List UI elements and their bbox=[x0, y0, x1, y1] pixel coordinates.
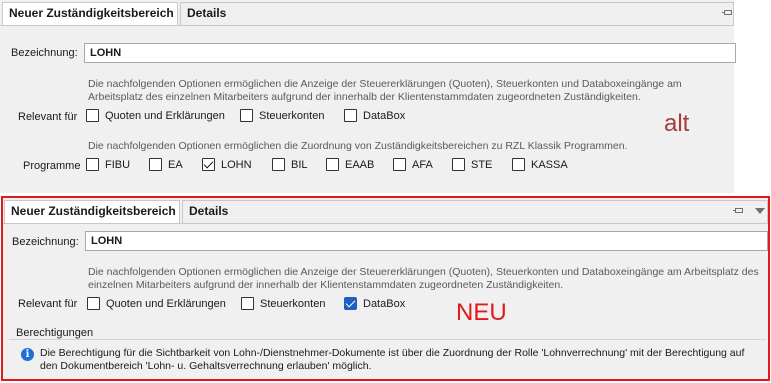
relevant-label: Relevant für bbox=[18, 111, 78, 123]
berechtigungen-label: Berechtigungen bbox=[16, 327, 94, 339]
info-icon: i bbox=[21, 348, 34, 361]
checkbox-box[interactable] bbox=[512, 158, 525, 171]
pin-icon[interactable] bbox=[722, 8, 734, 18]
bezeichnung-input[interactable]: LOHN bbox=[85, 231, 768, 251]
berechtigungen-info-text: Die Berechtigung für die Sichtbarkeit vo… bbox=[40, 347, 745, 372]
tab-strip: Neuer Zuständigkeitsbereich Details bbox=[0, 0, 734, 26]
checkbox-box[interactable] bbox=[149, 158, 162, 171]
checkbox-lohn[interactable]: LOHN bbox=[202, 158, 252, 171]
checkbox-box[interactable] bbox=[452, 158, 465, 171]
tab-neuer-zustaendigkeitsbereich[interactable]: Neuer Zuständigkeitsbereich bbox=[2, 2, 178, 25]
alt-overlay-label: alt bbox=[664, 110, 690, 137]
checkbox-label: AFA bbox=[412, 158, 433, 171]
checkbox-label: KASSA bbox=[531, 158, 568, 171]
relevant-description: Die nachfolgenden Optionen ermöglichen d… bbox=[88, 78, 682, 103]
neu-panel: Neuer Zuständigkeitsbereich Details Beze… bbox=[1, 196, 770, 381]
checkbox-label: FIBU bbox=[105, 158, 131, 171]
checkbox-box[interactable] bbox=[326, 158, 339, 171]
checkbox-label: BIL bbox=[291, 158, 308, 171]
checkbox-box[interactable] bbox=[241, 297, 254, 310]
checkbox-afa[interactable]: AFA bbox=[393, 158, 433, 171]
checkbox-box-checked[interactable] bbox=[202, 158, 215, 171]
checkbox-label: EAAB bbox=[345, 158, 375, 171]
relevant-label: Relevant für bbox=[18, 298, 78, 310]
checkbox-label: STE bbox=[471, 158, 493, 171]
tab-details[interactable]: Details bbox=[182, 200, 768, 223]
chevron-down-icon[interactable] bbox=[755, 208, 765, 214]
checkbox-ste[interactable]: STE bbox=[452, 158, 492, 171]
checkbox-box[interactable] bbox=[86, 109, 99, 122]
checkbox-box[interactable] bbox=[344, 109, 357, 122]
checkbox-label: Steuerkonten bbox=[260, 297, 326, 310]
programme-description: Die nachfolgenden Optionen ermöglichen d… bbox=[88, 140, 628, 152]
alt-panel: Neuer Zuständigkeitsbereich Details Beze… bbox=[0, 0, 736, 193]
bezeichnung-label: Bezeichnung: bbox=[11, 47, 78, 59]
pin-icon[interactable] bbox=[733, 206, 745, 216]
checkbox-eaab[interactable]: EAAB bbox=[326, 158, 374, 171]
checkbox-box[interactable] bbox=[86, 158, 99, 171]
checkbox-steuerkonten[interactable]: Steuerkonten bbox=[240, 109, 324, 122]
checkbox-box[interactable] bbox=[272, 158, 285, 171]
checkbox-databox[interactable]: DataBox bbox=[344, 297, 405, 310]
checkbox-label: DataBox bbox=[363, 109, 406, 122]
tab-strip: Neuer Zuständigkeitsbereich Details bbox=[3, 198, 768, 224]
checkbox-kassa[interactable]: KASSA bbox=[512, 158, 568, 171]
checkbox-box[interactable] bbox=[393, 158, 406, 171]
checkbox-label: Quoten und Erklärungen bbox=[105, 109, 225, 122]
checkbox-bil[interactable]: BIL bbox=[272, 158, 308, 171]
checkbox-box[interactable] bbox=[240, 109, 253, 122]
checkbox-box[interactable] bbox=[87, 297, 100, 310]
tab-neuer-zustaendigkeitsbereich[interactable]: Neuer Zuständigkeitsbereich bbox=[4, 200, 180, 223]
checkbox-label: Quoten und Erklärungen bbox=[106, 297, 226, 310]
checkbox-label: Steuerkonten bbox=[259, 109, 325, 122]
checkbox-label: EA bbox=[168, 158, 183, 171]
bezeichnung-input[interactable]: LOHN bbox=[84, 43, 736, 63]
relevant-description: Die nachfolgenden Optionen ermöglichen d… bbox=[88, 266, 759, 291]
checkbox-steuerkonten[interactable]: Steuerkonten bbox=[241, 297, 325, 310]
tab-details[interactable]: Details bbox=[180, 2, 734, 25]
checkbox-fibu[interactable]: FIBU bbox=[86, 158, 130, 171]
checkbox-box-checked[interactable] bbox=[344, 297, 357, 310]
programme-label: Programme bbox=[23, 160, 81, 172]
checkbox-ea[interactable]: EA bbox=[149, 158, 183, 171]
neu-overlay-label: NEU bbox=[456, 299, 507, 326]
checkbox-label: LOHN bbox=[221, 158, 252, 171]
bezeichnung-label: Bezeichnung: bbox=[12, 236, 79, 248]
checkbox-quoten[interactable]: Quoten und Erklärungen bbox=[87, 297, 226, 310]
checkbox-quoten[interactable]: Quoten und Erklärungen bbox=[86, 109, 225, 122]
checkbox-databox[interactable]: DataBox bbox=[344, 109, 405, 122]
checkbox-label: DataBox bbox=[363, 297, 406, 310]
